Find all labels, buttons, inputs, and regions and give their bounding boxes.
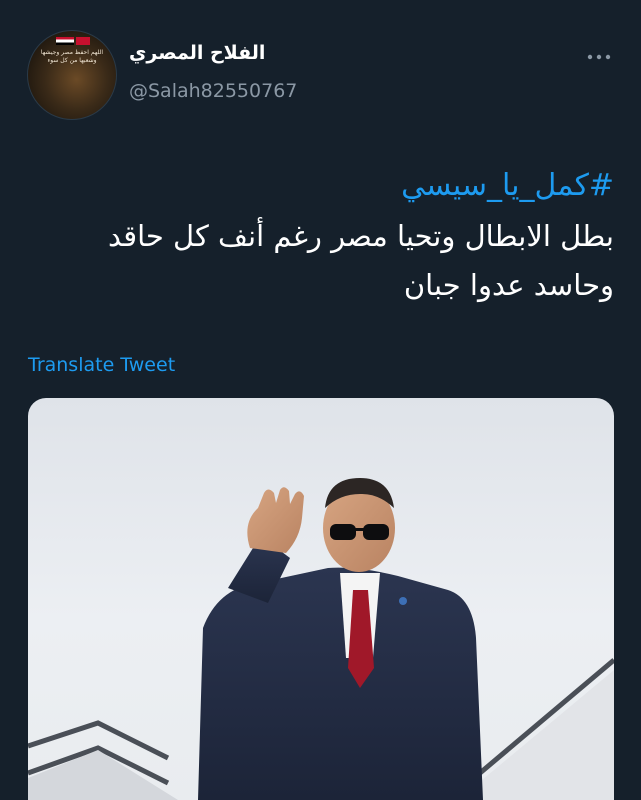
translate-tweet-link[interactable]: Translate Tweet (28, 354, 175, 376)
emblem-icon (76, 37, 90, 45)
tweet-text-line: بطل الابطال وتحيا مصر رغم أنف كل حاقد (107, 219, 614, 253)
username[interactable]: @Salah82550767 (129, 80, 297, 102)
avatar[interactable]: اللهم احفظ مصر وجيشها وشعبها من كل سوء (27, 30, 117, 120)
avatar-caption: اللهم احفظ مصر وجيشها وشعبها من كل سوء (40, 49, 104, 64)
photo-illustration (28, 478, 614, 800)
tweet-text-line: وحاسد عدوا جبان (403, 268, 614, 302)
hashtag-link[interactable]: #كمل_يا_سيسي (401, 168, 614, 203)
tweet: اللهم احفظ مصر وجيشها وشعبها من كل سوء ا… (0, 0, 641, 800)
display-name[interactable]: الفلاح المصري (129, 42, 265, 64)
egypt-flag-icon (56, 37, 74, 45)
tweet-photo[interactable] (28, 398, 614, 800)
tweet-text: بطل الابطال وتحيا مصر رغم أنف كل حاقد وح… (24, 212, 614, 310)
more-horizontal-icon[interactable] (585, 48, 613, 66)
